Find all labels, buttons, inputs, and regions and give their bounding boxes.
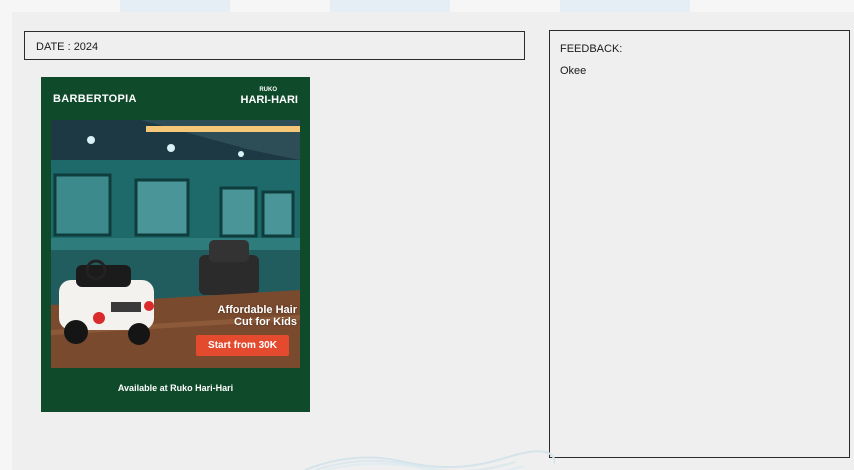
ceiling-light-strip	[146, 126, 300, 132]
promo-poster: BARBERTOPIA RUKO HARI-HARI Affordable Ha…	[41, 77, 310, 412]
location-prefix: RUKO	[259, 87, 277, 93]
ceiling-light	[238, 151, 244, 157]
mirror	[53, 173, 112, 237]
toy-car-taillight	[93, 312, 105, 324]
toy-car-plate	[111, 302, 141, 312]
price-badge: Start from 30K	[196, 335, 289, 356]
feedback-box: FEEDBACK: Okee	[549, 30, 850, 458]
headline-line1: Affordable Hair	[217, 304, 297, 316]
background-decoration	[330, 0, 450, 12]
location-name: HARI-HARI	[240, 94, 298, 106]
brand-logo: BARBERTOPIA	[53, 93, 137, 105]
toy-car-wheel	[128, 323, 150, 345]
feedback-value: Okee	[560, 65, 587, 77]
mirror	[134, 178, 190, 237]
barbershop-illustration	[51, 120, 300, 368]
counter	[51, 238, 300, 250]
mirror	[261, 190, 295, 238]
toy-car-taillight	[144, 301, 154, 311]
date-field: DATE : 2024	[24, 31, 525, 60]
mirror	[219, 186, 258, 238]
barber-chair-back	[209, 240, 249, 262]
ceiling-light	[167, 144, 175, 152]
barbershop-photo	[51, 120, 300, 368]
feedback-label: FEEDBACK:	[560, 43, 623, 55]
headline-line2: Cut for Kids	[234, 316, 297, 328]
watermark-graphic	[304, 450, 555, 470]
availability-text: Available at Ruko Hari-Hari	[117, 383, 234, 393]
background-decoration	[120, 0, 230, 12]
headline: Affordable Hair Cut for Kids	[218, 304, 297, 328]
ceiling-light	[87, 136, 95, 144]
date-label: DATE : 2024	[36, 41, 99, 53]
background-decoration	[560, 0, 690, 12]
toy-car-wheel	[64, 320, 88, 344]
